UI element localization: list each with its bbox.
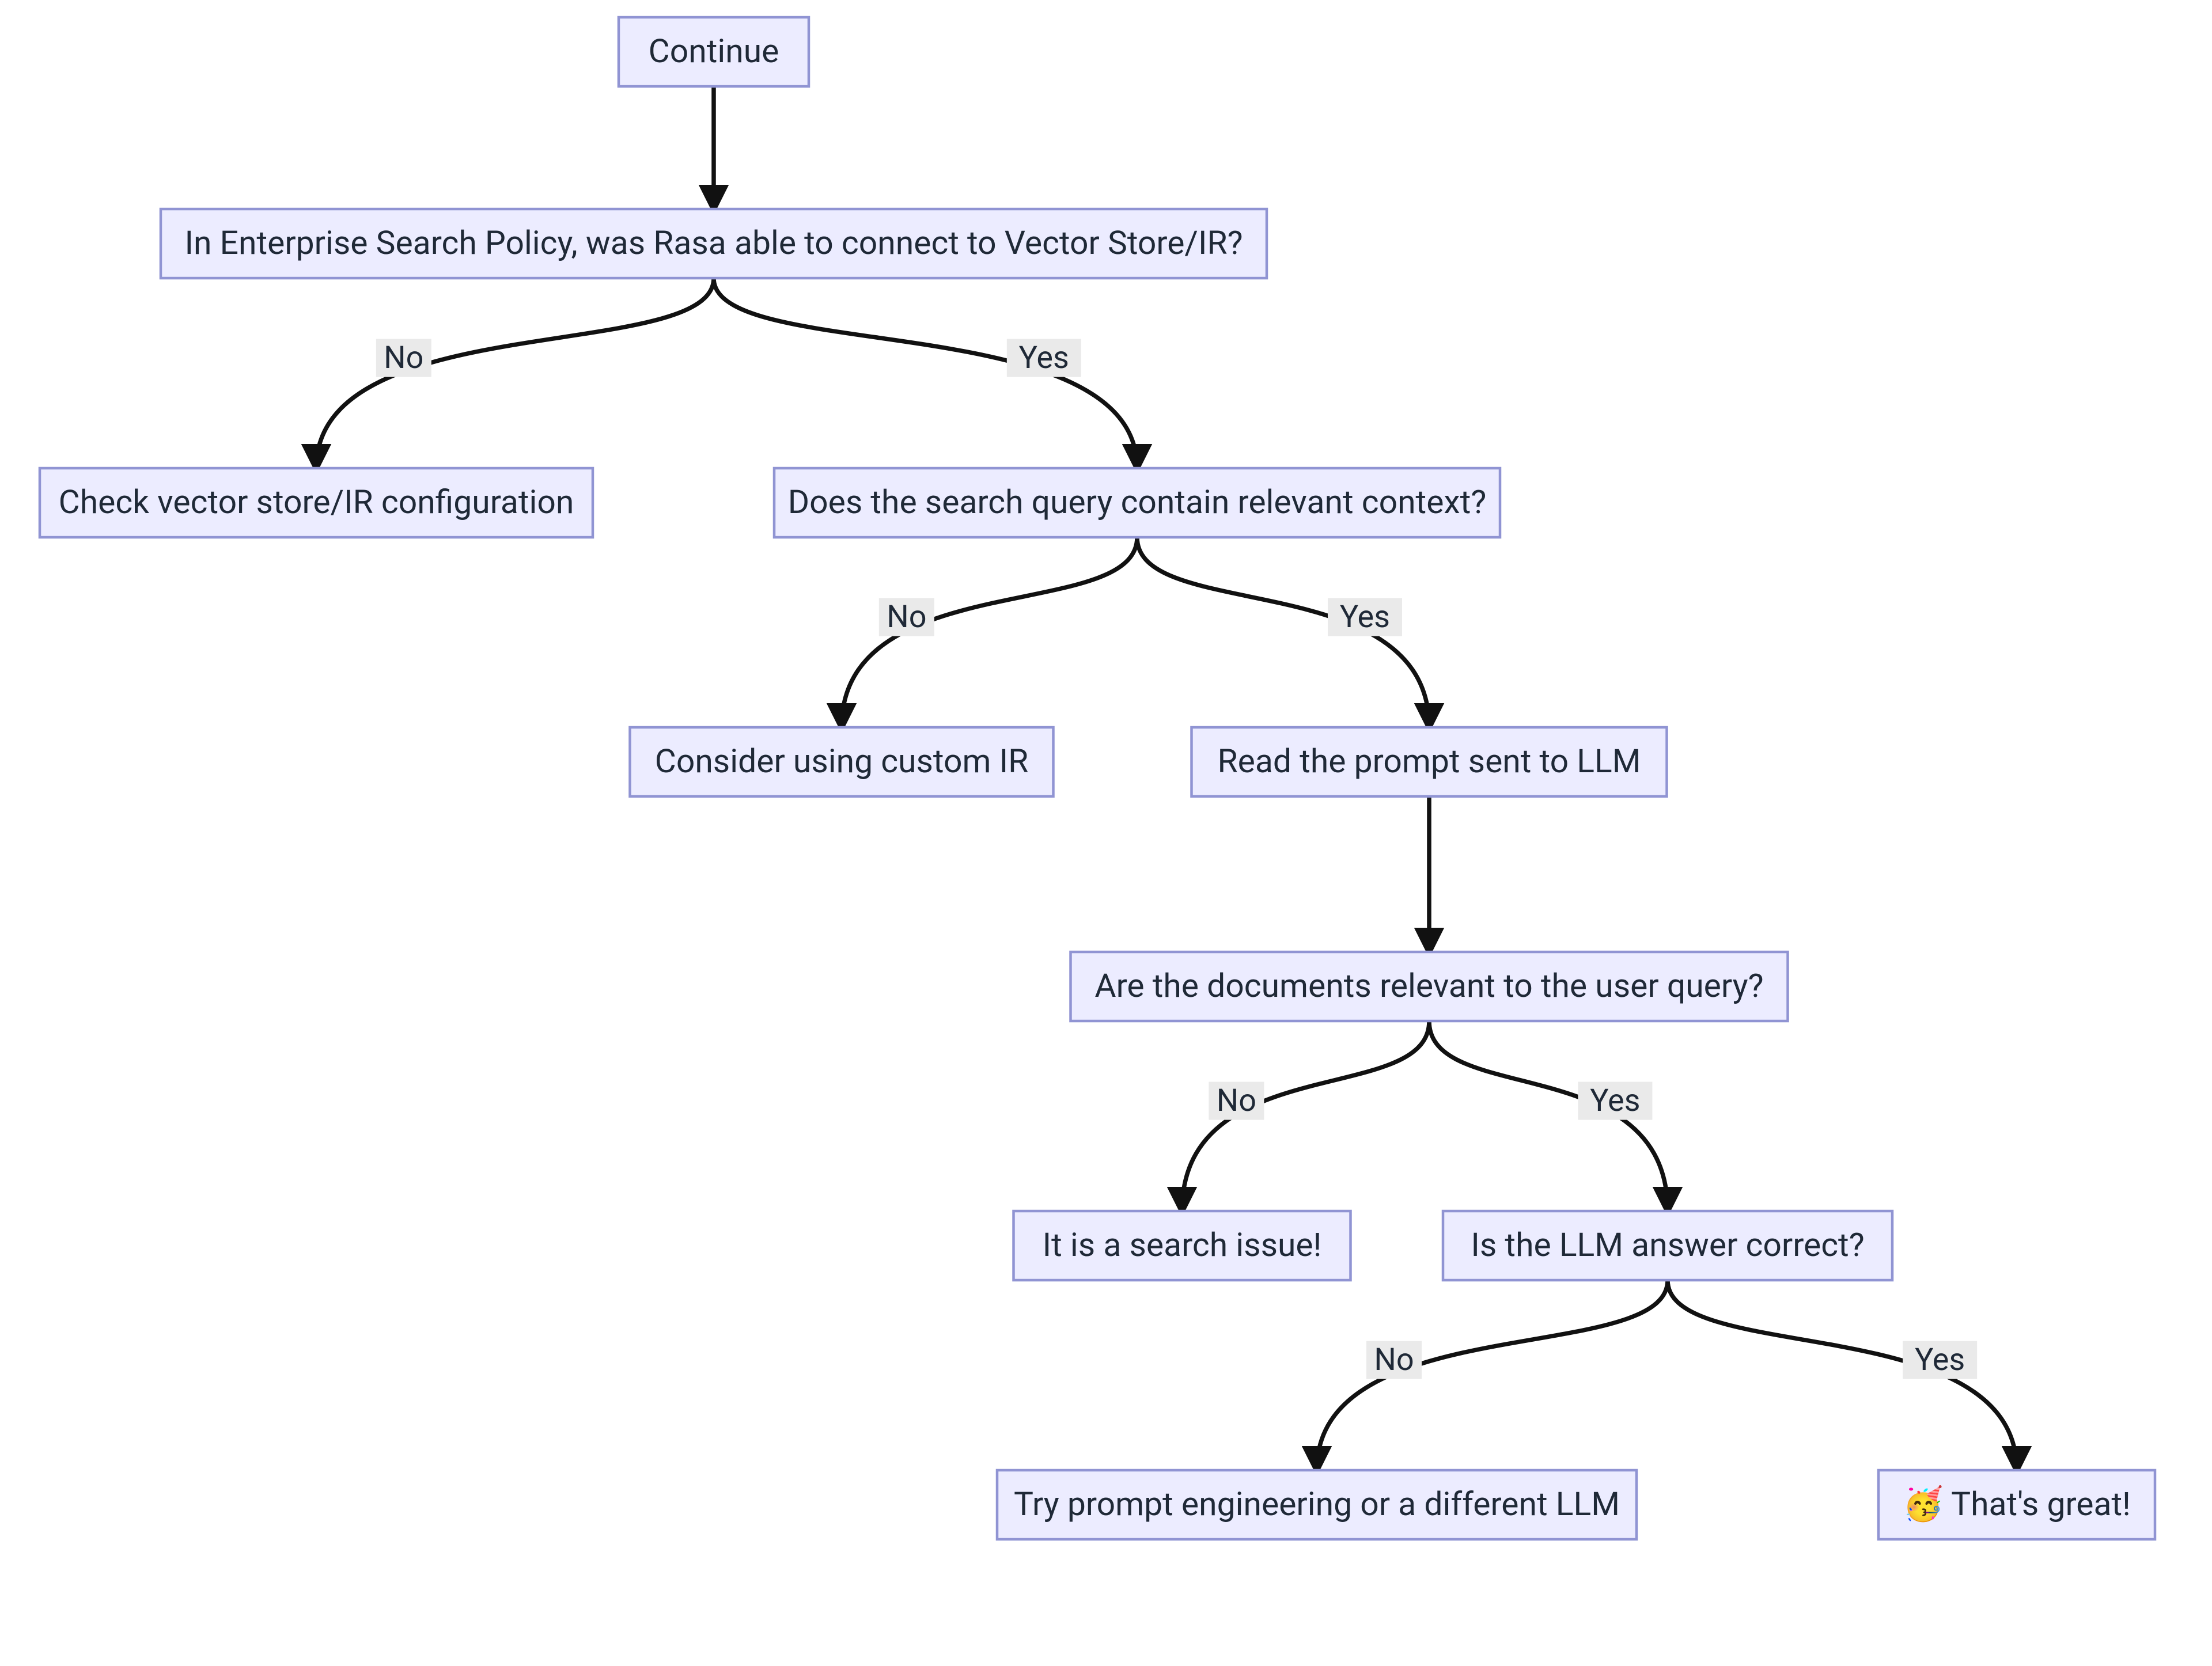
edge-label: No [1209, 1082, 1264, 1120]
flowchart-node: Consider using custom IR [630, 727, 1054, 796]
edge-label-text: Yes [1340, 599, 1390, 635]
node-label: It is a search issue! [1043, 1225, 1322, 1264]
edge-label-text: Yes [1915, 1342, 1965, 1378]
node-label: Does the search query contain relevant c… [788, 483, 1487, 521]
edge-label-text: No [1217, 1083, 1256, 1119]
edge-label: No [879, 598, 934, 636]
edge-label-text: No [1374, 1342, 1414, 1378]
node-label: Check vector store/IR configuration [59, 483, 574, 521]
node-label: Try prompt engineering or a different LL… [1014, 1485, 1620, 1523]
edge-label-text: No [887, 599, 926, 635]
flowchart-node: In Enterprise Search Policy, was Rasa ab… [161, 209, 1267, 278]
flowchart-canvas: No Yes No Yes No Yes No Yes Continue In Enterpri… [0, 0, 2212, 1666]
edge-label: Yes [1578, 1082, 1652, 1120]
flowchart-node: Try prompt engineering or a different LL… [997, 1470, 1637, 1539]
edge-label: No [1366, 1341, 1422, 1379]
edge-label: Yes [1007, 339, 1081, 377]
node-label: Is the LLM answer correct? [1471, 1225, 1864, 1264]
flowchart-node: Are the documents relevant to the user q… [1071, 952, 1788, 1021]
flowchart-node: Continue [619, 17, 809, 86]
node-label: Continue [649, 32, 779, 70]
edge-label: Yes [1328, 598, 1402, 636]
node-label: Read the prompt sent to LLM [1218, 742, 1641, 780]
edge-label: No [376, 339, 431, 377]
node-label: 🥳 That's great! [1903, 1484, 2131, 1523]
node-label: Consider using custom IR [655, 742, 1029, 780]
edge-label-text: Yes [1590, 1083, 1640, 1119]
flowchart-node: Check vector store/IR configuration [40, 468, 593, 537]
flowchart-node: Read the prompt sent to LLM [1192, 727, 1667, 796]
flowchart-node: It is a search issue! [1014, 1211, 1351, 1280]
node-label: Are the documents relevant to the user q… [1094, 966, 1763, 1005]
node-label: In Enterprise Search Policy, was Rasa ab… [184, 223, 1243, 262]
flowchart-node: Is the LLM answer correct? [1443, 1211, 1892, 1280]
edge-label-text: Yes [1019, 340, 1069, 376]
flowchart-node: Does the search query contain relevant c… [774, 468, 1500, 537]
flowchart-node: 🥳 That's great! [1878, 1470, 2155, 1539]
edge-label-text: No [384, 340, 423, 376]
edge-label: Yes [1903, 1341, 1977, 1379]
flowchart-edge [316, 278, 714, 468]
